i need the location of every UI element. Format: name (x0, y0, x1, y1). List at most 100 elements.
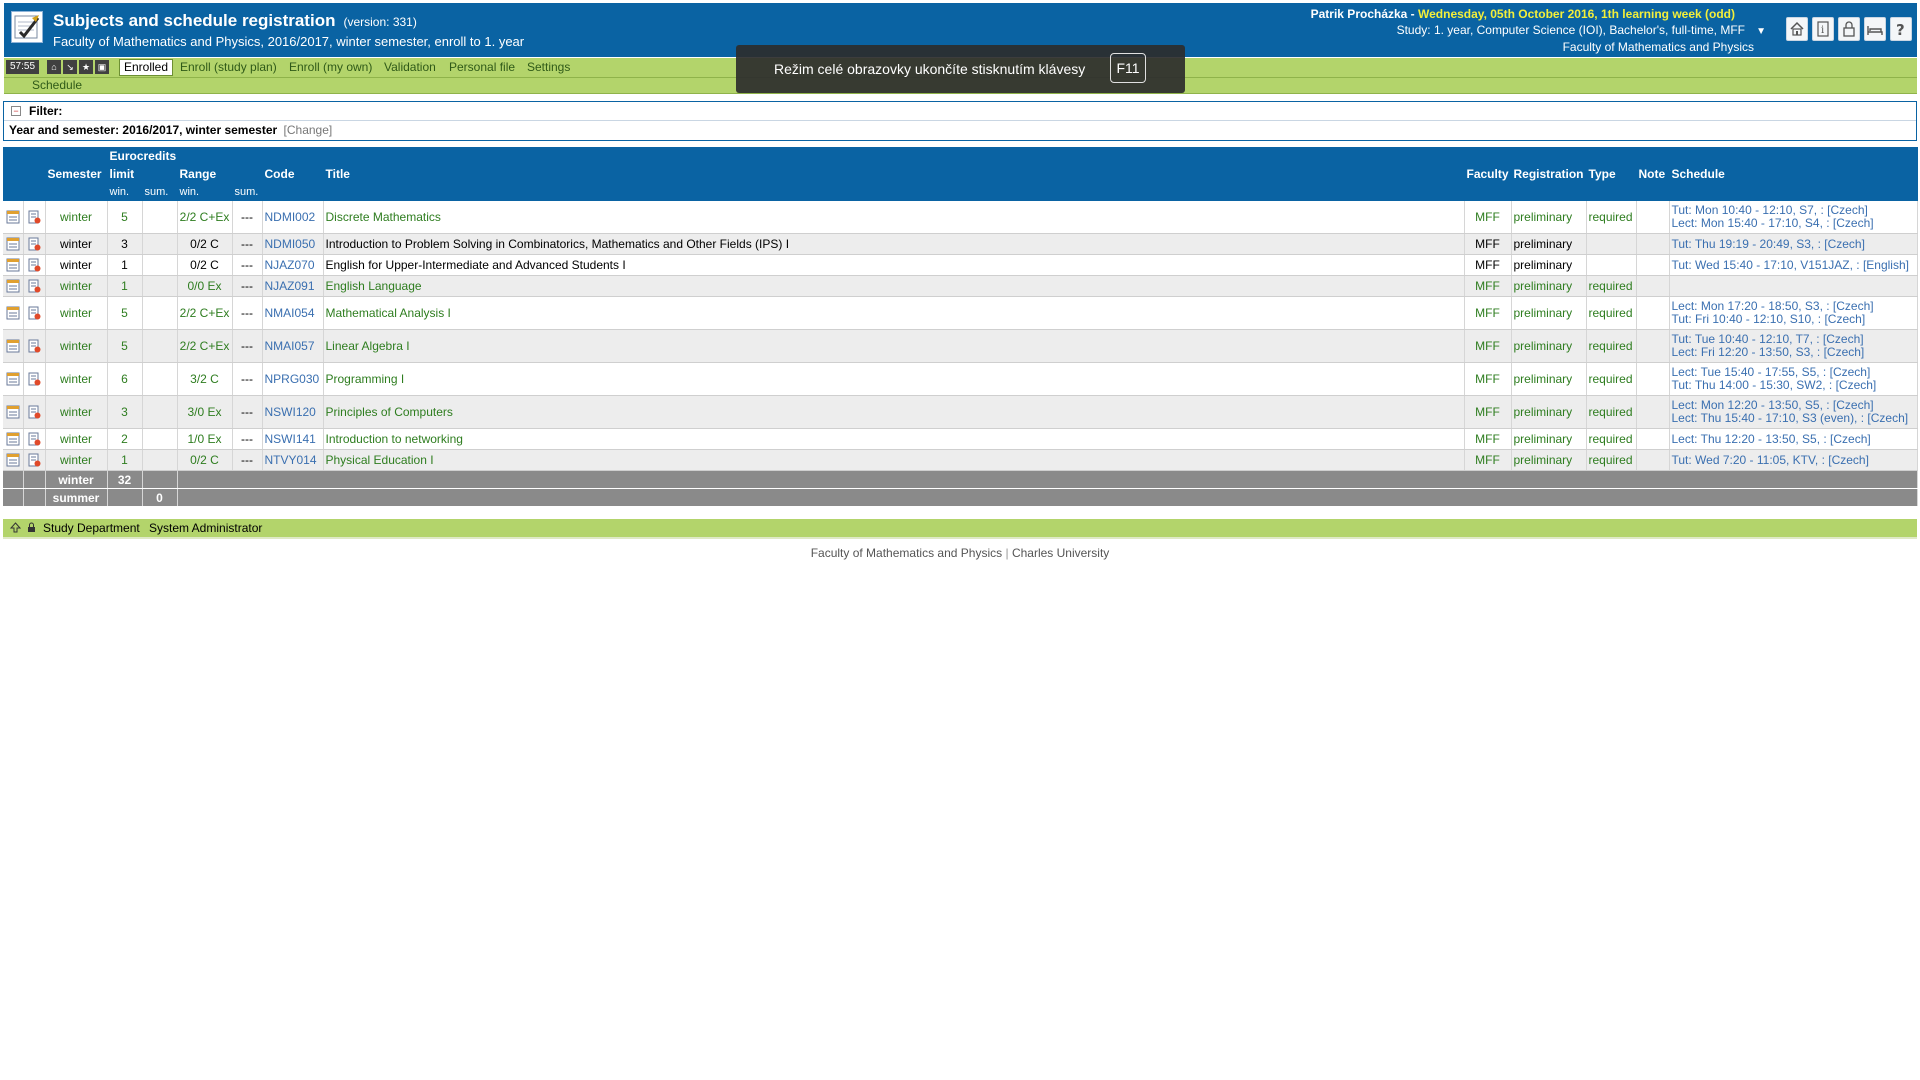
summary-blank (23, 488, 46, 507)
credits-cell: 2 (107, 428, 143, 450)
detail-icon[interactable] (3, 449, 24, 471)
home-icon[interactable] (1786, 17, 1808, 41)
unenroll-icon[interactable] (23, 329, 46, 363)
subject-code-link[interactable]: NSWI120 (262, 395, 324, 429)
schedule-cell: Lect: Mon 12:20 - 13:50, S5, : [Czech] Le… (1669, 395, 1918, 429)
subject-code-link[interactable]: NPRG030 (262, 362, 324, 396)
header-type: Type (1586, 165, 1637, 183)
filter-change-link[interactable]: [Change] (284, 123, 333, 137)
unenroll-icon[interactable] (23, 449, 46, 471)
summary-blank (177, 470, 1918, 489)
lock-icon[interactable] (1838, 17, 1860, 41)
range-sum-cell: --- (232, 233, 263, 255)
summary-blank (23, 470, 46, 489)
note-cell (1636, 428, 1670, 450)
credits-sum-cell (142, 201, 178, 234)
copyright-university[interactable]: Charles University (1012, 546, 1109, 560)
range-sum-cell: --- (232, 201, 263, 234)
print-icon[interactable]: ▣ (95, 60, 109, 74)
unenroll-icon[interactable] (23, 362, 46, 396)
unenroll-icon[interactable] (23, 296, 46, 330)
credits-cell: 6 (107, 362, 143, 396)
schedule-entry[interactable]: Tut: Thu 19:19 - 20:49, S3, : [Czech] (1672, 237, 1915, 251)
tab-enrolled[interactable]: Enrolled (119, 59, 174, 76)
subject-title: Introduction to Problem Solving in Combi… (323, 233, 1465, 255)
detail-icon[interactable] (3, 296, 24, 330)
subnav-schedule[interactable]: Schedule (32, 78, 82, 93)
type-cell: required (1586, 362, 1637, 396)
copyright-faculty[interactable]: Faculty of Mathematics and Physics (811, 546, 1002, 560)
faculty-cell: MFF (1464, 329, 1512, 363)
tab-personal-file[interactable]: Personal file (449, 60, 515, 75)
detail-icon[interactable] (3, 254, 24, 276)
svg-text:i: i (1821, 25, 1824, 36)
schedule-entry[interactable]: Tut: Wed 7:20 - 11:05, KTV, : [Czech] (1672, 453, 1915, 467)
arrow-icon[interactable]: ↘ (63, 60, 77, 74)
registration-cell: preliminary (1511, 395, 1587, 429)
subject-code-link[interactable]: NTVY014 (262, 449, 324, 471)
study-department-link[interactable]: Study Department (43, 521, 140, 535)
tab-enroll-my-own[interactable]: Enroll (my own) (289, 60, 372, 75)
schedule-entry[interactable]: Tut: Fri 10:40 - 12:10, S10, : [Czech] (1672, 313, 1915, 326)
schedule-cell: Tut: Wed 15:40 - 17:10, V151JAZ, : [Engl… (1669, 254, 1918, 276)
unenroll-icon[interactable] (23, 275, 46, 297)
tab-settings[interactable]: Settings (527, 60, 570, 75)
detail-icon[interactable] (3, 428, 24, 450)
credits-cell: 5 (107, 296, 143, 330)
unenroll-icon[interactable] (23, 428, 46, 450)
schedule-cell: Tut: Tue 10:40 - 12:10, T7, : [Czech] Lec… (1669, 329, 1918, 363)
summary-sum: 0 (142, 488, 178, 507)
subject-title: Introduction to networking (323, 428, 1465, 450)
detail-icon[interactable] (3, 395, 24, 429)
subject-code-link[interactable]: NJAZ091 (262, 275, 324, 297)
subject-code-link[interactable]: NMAI054 (262, 296, 324, 330)
header-blank (177, 147, 263, 165)
schedule-entry[interactable]: Lect: Mon 15:40 - 17:10, S4, : [Czech] (1672, 217, 1915, 230)
subject-code-link[interactable]: NDMI050 (262, 233, 324, 255)
chevron-down-icon[interactable]: ▼ (1756, 26, 1766, 37)
system-administrator-link[interactable]: System Administrator (149, 521, 262, 535)
subject-code-link[interactable]: NMAI057 (262, 329, 324, 363)
table-row: winter 5 2/2 C+Ex --- NDMI002 Discrete Mathem… (3, 201, 1918, 234)
schedule-entry[interactable]: Lect: Thu 12:20 - 13:50, S5, : [Czech] (1672, 432, 1915, 446)
unenroll-icon[interactable] (23, 233, 46, 255)
toast-text: Režim celé obrazovky ukončíte stisknutím… (774, 61, 1086, 77)
subject-code-link[interactable]: NSWI141 (262, 428, 324, 450)
collapse-icon[interactable]: − (11, 106, 21, 116)
detail-icon[interactable] (3, 201, 24, 234)
schedule-entry[interactable]: Lect: Thu 15:40 - 17:10, S3 (even), : [C… (1672, 412, 1915, 425)
info-icon[interactable]: i (1812, 17, 1834, 41)
faculty-cell: MFF (1464, 296, 1512, 330)
subject-title: Discrete Mathematics (323, 201, 1465, 234)
filter-panel: − Filter: Year and semester: 2016/2017, … (3, 101, 1917, 141)
note-cell (1636, 296, 1670, 330)
arrow-up-icon[interactable] (10, 522, 21, 533)
fullscreen-toast: Režim celé obrazovky ukončíte stisknutím… (736, 45, 1185, 93)
tab-enroll-study-plan[interactable]: Enroll (study plan) (180, 60, 277, 75)
detail-icon[interactable] (3, 275, 24, 297)
unenroll-icon[interactable] (23, 254, 46, 276)
detail-icon[interactable] (3, 329, 24, 363)
subject-code-link[interactable]: NJAZ070 (262, 254, 324, 276)
lock-small-icon[interactable] (26, 522, 37, 533)
star-icon[interactable]: ★ (79, 60, 93, 74)
help-icon[interactable]: ? (1890, 17, 1912, 41)
study-selector[interactable]: Study: 1. year, Computer Science (IOI), … (1397, 23, 1745, 37)
unenroll-icon[interactable] (23, 201, 46, 234)
schedule-entry[interactable]: Lect: Fri 12:20 - 13:50, S3, : [Czech] (1672, 346, 1915, 359)
faculty-cell: MFF (1464, 362, 1512, 396)
detail-icon[interactable] (3, 233, 24, 255)
unenroll-icon[interactable] (23, 395, 46, 429)
detail-icon[interactable] (3, 362, 24, 396)
subject-code-link[interactable]: NDMI002 (262, 201, 324, 234)
schedule-entry[interactable]: Tut: Wed 15:40 - 17:10, V151JAZ, : [Engl… (1672, 258, 1915, 272)
tab-validation[interactable]: Validation (384, 60, 436, 75)
schedule-cell: Tut: Thu 19:19 - 20:49, S3, : [Czech] (1669, 233, 1918, 255)
summary-blank (3, 470, 24, 489)
schedule-entry[interactable]: Tut: Thu 14:00 - 15:30, SW2, : [Czech] (1672, 379, 1915, 392)
credits-cell: 5 (107, 201, 143, 234)
note-cell (1636, 233, 1670, 255)
range-cell: 0/2 C (177, 449, 233, 471)
bed-icon[interactable] (1864, 17, 1886, 41)
home-small-icon[interactable]: ⌂ (47, 60, 61, 74)
